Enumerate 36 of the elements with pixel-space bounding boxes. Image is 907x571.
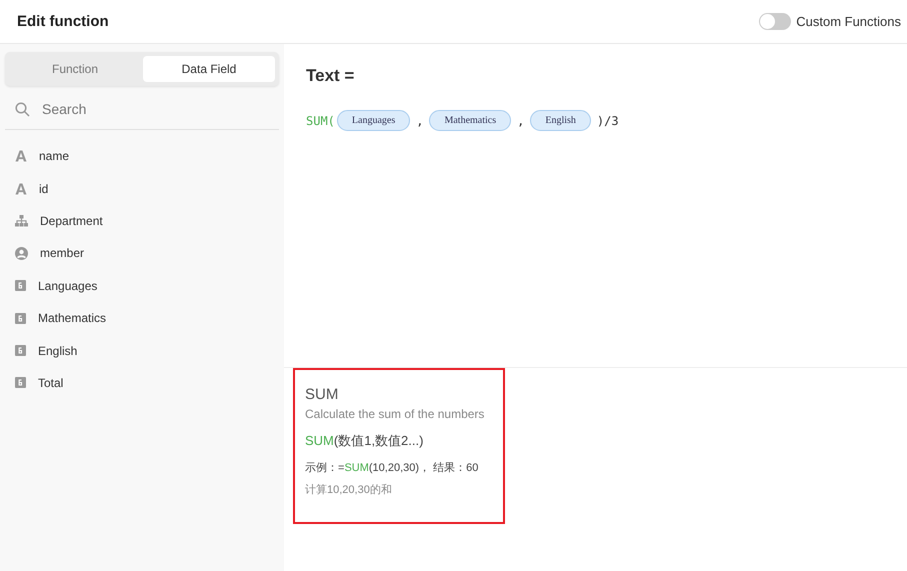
number-icon <box>15 345 26 356</box>
field-tag[interactable]: English <box>530 110 591 131</box>
field-tag[interactable]: Mathematics <box>429 110 512 131</box>
field-item[interactable]: member <box>40 246 84 260</box>
field-tag[interactable]: Languages <box>336 110 410 131</box>
function-syntax: SUM(数值1,数值2...) <box>305 432 424 450</box>
function-title: SUM <box>305 386 340 403</box>
formula-title: Text = <box>306 66 356 86</box>
field-item[interactable]: name <box>39 149 70 164</box>
letter-icon <box>15 182 27 195</box>
toggle-switch[interactable] <box>759 13 792 30</box>
function-name: SUM( <box>306 114 335 128</box>
function-description: Calculate the sum of the numbers <box>305 407 486 421</box>
letter-icon <box>15 150 27 162</box>
field-item[interactable]: Total <box>38 376 64 390</box>
number-icon <box>15 280 26 292</box>
formula-text: )/3 <box>596 114 619 128</box>
example-note: 计算10,20,30的和 <box>305 483 393 497</box>
field-item[interactable]: Department <box>40 214 103 228</box>
tab[interactable]: Function <box>9 56 141 82</box>
field-item[interactable]: English <box>38 344 78 358</box>
number-icon <box>15 377 26 388</box>
formula-text: , <box>416 114 424 128</box>
number-icon <box>15 312 26 324</box>
dialog-title: Edit function <box>17 13 109 30</box>
hierarchy-icon <box>15 214 28 227</box>
field-item[interactable]: Mathematics <box>38 311 106 326</box>
toggle-label: Custom Functions <box>796 14 901 29</box>
example-text: 示例：=SUM(10,20,30)， 结果：60 <box>305 461 480 475</box>
formula-text: , <box>517 114 524 128</box>
user-icon <box>15 246 28 260</box>
field-item[interactable]: Languages <box>38 278 98 293</box>
search-field[interactable]: Search <box>40 100 244 118</box>
field-item[interactable]: id <box>39 182 48 196</box>
search-icon <box>15 102 30 116</box>
tab[interactable]: Data Field <box>143 56 275 82</box>
